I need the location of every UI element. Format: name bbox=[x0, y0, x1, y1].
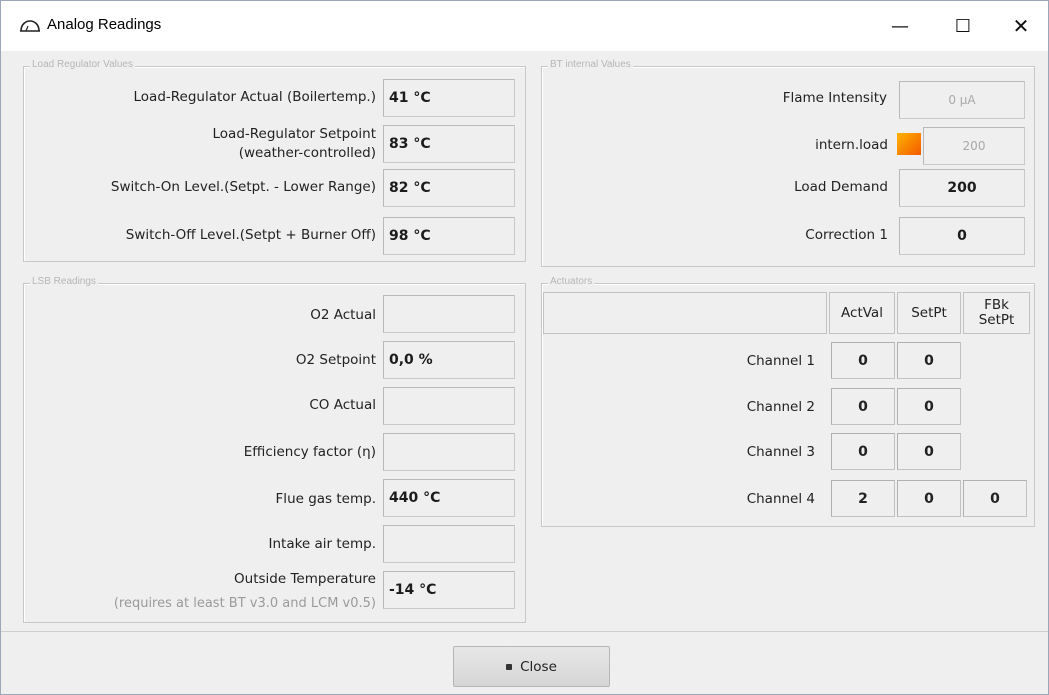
load-regulator-actual-label: Load-Regulator Actual (Boilertemp.) bbox=[133, 89, 377, 105]
outside-temp-hint: (requires at least BT v3.0 and LCM v0.5) bbox=[113, 596, 376, 611]
o2-setpoint-label: O2 Setpoint bbox=[295, 352, 376, 368]
actuators-legend: Actuators bbox=[548, 276, 595, 287]
channel-3-setpt: 0 bbox=[897, 433, 961, 470]
fbk-header-line2: SetPt bbox=[978, 312, 1015, 328]
setpt-column-header: SetPt bbox=[897, 292, 961, 334]
channel-1-label: Channel 1 bbox=[746, 353, 815, 369]
switch-on-level-label: Switch-On Level.(Setpt. - Lower Range) bbox=[110, 179, 376, 195]
fbk-header-line1: FBk bbox=[984, 297, 1009, 313]
channel-4-setpt: 0 bbox=[897, 480, 961, 517]
channel-1-actval: 0 bbox=[831, 342, 895, 379]
efficiency-factor-label: Efficiency factor (η) bbox=[243, 444, 376, 460]
close-button[interactable]: Close bbox=[453, 646, 610, 687]
channel-3-actval: 0 bbox=[831, 433, 895, 470]
load-regulator-setpoint-sublabel: (weather-controlled) bbox=[238, 145, 376, 161]
channel-4-actval: 2 bbox=[831, 480, 895, 517]
channel-2-label: Channel 2 bbox=[746, 399, 815, 415]
load-demand-value: 200 bbox=[899, 169, 1025, 207]
fbk-setpt-column-header: FBk SetPt bbox=[963, 292, 1030, 334]
intake-air-temp-value bbox=[383, 525, 515, 563]
co-actual-value bbox=[383, 387, 515, 425]
intern-load-swatch bbox=[897, 133, 921, 155]
switch-off-level-value: 98 °C bbox=[383, 217, 515, 255]
switch-off-level-label: Switch-Off Level.(Setpt + Burner Off) bbox=[125, 227, 376, 243]
flame-intensity-label: Flame Intensity bbox=[782, 90, 887, 106]
intern-load-label: intern.load bbox=[815, 137, 888, 153]
lsb-readings-legend: LSB Readings bbox=[30, 276, 98, 287]
bt-internal-legend: BT internal Values bbox=[548, 59, 633, 70]
channel-1-setpt: 0 bbox=[897, 342, 961, 379]
outside-temp-value: -14 °C bbox=[383, 571, 515, 609]
minimize-button[interactable]: — bbox=[877, 1, 923, 51]
correction-value: 0 bbox=[899, 217, 1025, 255]
burner-dome-icon bbox=[20, 20, 40, 32]
channel-4-label: Channel 4 bbox=[746, 491, 815, 507]
load-regulator-setpoint-label: Load-Regulator Setpoint bbox=[212, 126, 376, 142]
close-window-button[interactable]: ✕ bbox=[998, 1, 1044, 51]
o2-actual-label: O2 Actual bbox=[310, 307, 376, 323]
co-actual-label: CO Actual bbox=[309, 397, 376, 413]
window-title: Analog Readings bbox=[47, 16, 162, 33]
load-regulator-actual-value: 41 °C bbox=[383, 79, 515, 117]
analog-readings-window: Analog Readings — ☐ ✕ Load Regulator Val… bbox=[0, 0, 1049, 695]
channel-2-actval: 0 bbox=[831, 388, 895, 425]
switch-on-level-value: 82 °C bbox=[383, 169, 515, 207]
maximize-button[interactable]: ☐ bbox=[940, 1, 986, 51]
load-demand-label: Load Demand bbox=[794, 179, 888, 195]
channel-4-fbk-setpt: 0 bbox=[963, 480, 1027, 517]
correction-label: Correction 1 bbox=[805, 227, 888, 243]
outside-temp-label: Outside Temperature bbox=[234, 571, 376, 587]
efficiency-factor-value bbox=[383, 433, 515, 471]
close-button-label: Close bbox=[520, 658, 557, 675]
intern-load-value: 200 bbox=[923, 127, 1025, 165]
flame-intensity-value: 0 µA bbox=[899, 81, 1025, 119]
intake-air-temp-label: Intake air temp. bbox=[268, 536, 376, 552]
flue-gas-temp-label: Flue gas temp. bbox=[275, 491, 376, 507]
channel-2-setpt: 0 bbox=[897, 388, 961, 425]
load-regulator-setpoint-value: 83 °C bbox=[383, 125, 515, 163]
title-bar[interactable]: Analog Readings — ☐ ✕ bbox=[1, 1, 1048, 51]
flue-gas-temp-value: 440 °C bbox=[383, 479, 515, 517]
actval-column-header: ActVal bbox=[829, 292, 895, 334]
bullet-icon bbox=[506, 663, 513, 670]
footer-divider bbox=[1, 631, 1048, 632]
o2-setpoint-value: 0,0 % bbox=[383, 341, 515, 379]
load-regulator-legend: Load Regulator Values bbox=[30, 59, 135, 70]
channel-3-label: Channel 3 bbox=[746, 444, 815, 460]
actuators-header-blank bbox=[543, 292, 827, 334]
o2-actual-value bbox=[383, 295, 515, 333]
